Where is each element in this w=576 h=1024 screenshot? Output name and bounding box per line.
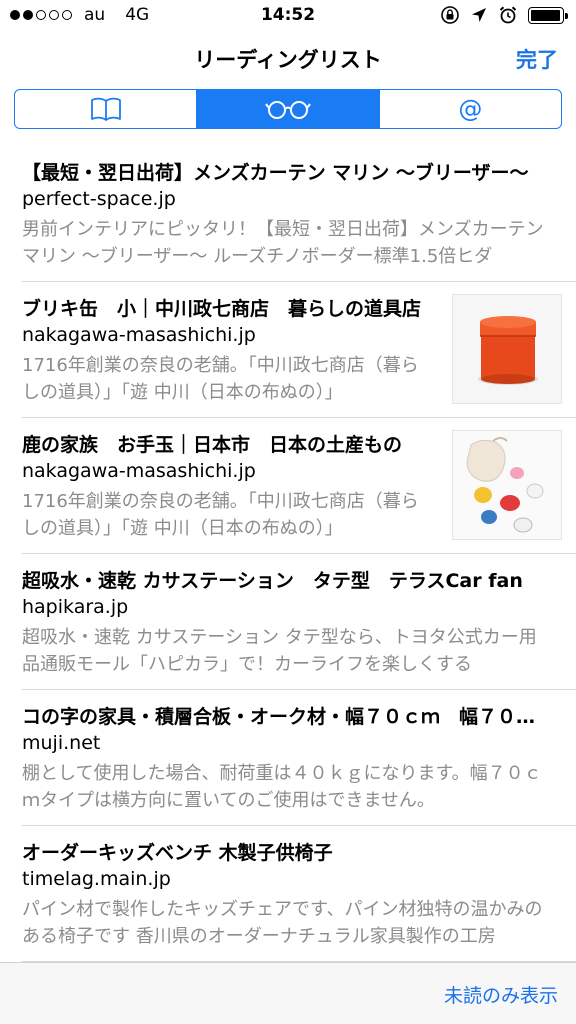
segmented-control: @ xyxy=(14,89,562,129)
show-unread-only-button[interactable]: 未読のみ表示 xyxy=(444,981,558,1008)
tab-bookmarks[interactable] xyxy=(15,90,196,128)
item-domain: hapikara.jp xyxy=(22,596,129,618)
item-domain: timelag.main.jp xyxy=(22,868,171,890)
deer-otedama-image xyxy=(453,431,561,539)
item-title: 超吸水・速乾 カサステーション タテ型 テラスCar fan xyxy=(22,570,523,592)
item-domain: muji.net xyxy=(22,732,101,754)
orange-tin-can-image xyxy=(453,295,561,403)
item-description: 男前インテリアにピッタリ！【最短・翌日出荷】メンズカーテン マリン 〜ブリーザー… xyxy=(22,219,544,267)
done-button[interactable]: 完了 xyxy=(516,44,558,74)
item-description: パイン材で製作したキッズチェアです、パイン材独特の温かみのある椅子です 香川県の… xyxy=(22,899,543,947)
item-domain: nakagawa-masashichi.jp xyxy=(22,460,256,482)
list-item[interactable]: 【最短・翌日出荷】メンズカーテン マリン 〜ブリーザー〜 perfect-spa… xyxy=(0,146,576,282)
item-domain: perfect-space.jp xyxy=(22,188,176,210)
list-item[interactable]: コの字の家具・積層合板・オーク材・幅７０ｃｍ 幅７０ｃｍ muji.net 棚と… xyxy=(0,690,576,826)
item-description: 1716年創業の奈良の老舗。「中川政七商店（暮らしの道具）」「遊 中川（日本の布… xyxy=(22,355,419,403)
list-item[interactable]: ブリキ缶 小｜中川政七商店 暮らしの道具店 nakagawa-masashich… xyxy=(0,282,576,418)
item-thumbnail xyxy=(452,294,562,404)
navigation-bar: リーディングリスト 完了 xyxy=(0,38,576,78)
list-item[interactable]: オーダーキッズベンチ 木製子供椅子 timelag.main.jp パイン材で製… xyxy=(0,826,576,962)
item-title: 【最短・翌日出荷】メンズカーテン マリン 〜ブリーザー〜 xyxy=(22,162,529,184)
item-title: コの字の家具・積層合板・オーク材・幅７０ｃｍ 幅７０ｃｍ xyxy=(22,706,544,728)
bottom-toolbar: 未読のみ表示 xyxy=(0,962,576,1024)
status-bar: au 4G 14:52 xyxy=(0,0,576,40)
reading-list: 【最短・翌日出荷】メンズカーテン マリン 〜ブリーザー〜 perfect-spa… xyxy=(0,146,576,962)
battery-icon xyxy=(528,6,568,24)
tab-shared-links[interactable]: @ xyxy=(378,90,561,128)
location-arrow-icon xyxy=(472,8,486,22)
item-title: ブリキ缶 小｜中川政七商店 暮らしの道具店 xyxy=(22,298,422,320)
tab-reading-list[interactable] xyxy=(196,90,379,128)
item-title: オーダーキッズベンチ 木製子供椅子 xyxy=(22,842,333,864)
bookmarks-book-icon xyxy=(90,97,121,121)
reading-list-glasses-icon xyxy=(265,101,311,119)
status-right xyxy=(440,5,568,25)
item-title: 鹿の家族 お手玉｜日本市 日本の土産もの xyxy=(22,434,403,456)
list-item[interactable]: 超吸水・速乾 カサステーション タテ型 テラスCar fan hapikara.… xyxy=(0,554,576,690)
item-description: 1716年創業の奈良の老舗。「中川政七商店（暮らしの道具）」「遊 中川（日本の布… xyxy=(22,491,419,539)
shared-links-at-icon: @ xyxy=(458,95,483,123)
orientation-lock-icon xyxy=(441,6,459,24)
item-description: 棚として使用した場合、耐荷重は４０ｋｇになります。幅７０ｃｍタイプは横方向に置い… xyxy=(22,763,542,811)
alarm-clock-icon xyxy=(499,6,517,24)
item-thumbnail xyxy=(452,430,562,540)
list-item[interactable]: 鹿の家族 お手玉｜日本市 日本の土産もの nakagawa-masashichi… xyxy=(0,418,576,554)
item-description: 超吸水・速乾 カサステーション タテ型なら、トヨタ公式カー用品通販モール「ハピカ… xyxy=(22,627,537,675)
battery-level xyxy=(531,9,560,21)
item-domain: nakagawa-masashichi.jp xyxy=(22,324,256,346)
page-title: リーディングリスト xyxy=(194,48,382,72)
